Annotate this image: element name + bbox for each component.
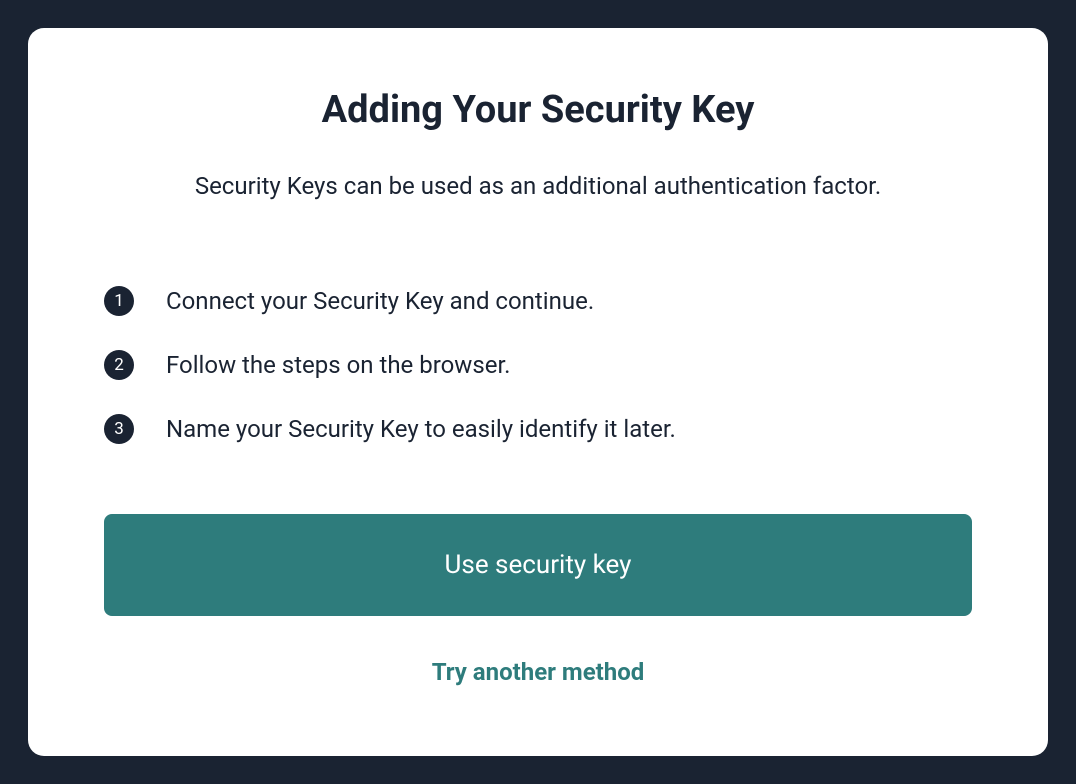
use-security-key-button[interactable]: Use security key [104,514,972,616]
security-key-modal: Adding Your Security Key Security Keys c… [28,28,1048,756]
step-number-badge: 1 [104,286,134,316]
step-number-badge: 3 [104,414,134,444]
step-text: Connect your Security Key and continue. [166,287,594,315]
steps-list: 1 Connect your Security Key and continue… [104,286,972,444]
modal-title: Adding Your Security Key [104,88,972,132]
step-item: 3 Name your Security Key to easily ident… [104,414,972,444]
step-text: Follow the steps on the browser. [166,351,510,379]
step-text: Name your Security Key to easily identif… [166,415,676,443]
step-item: 2 Follow the steps on the browser. [104,350,972,380]
modal-subtitle: Security Keys can be used as an addition… [104,172,972,200]
step-number-badge: 2 [104,350,134,380]
try-another-method-link[interactable]: Try another method [104,658,972,686]
step-item: 1 Connect your Security Key and continue… [104,286,972,316]
